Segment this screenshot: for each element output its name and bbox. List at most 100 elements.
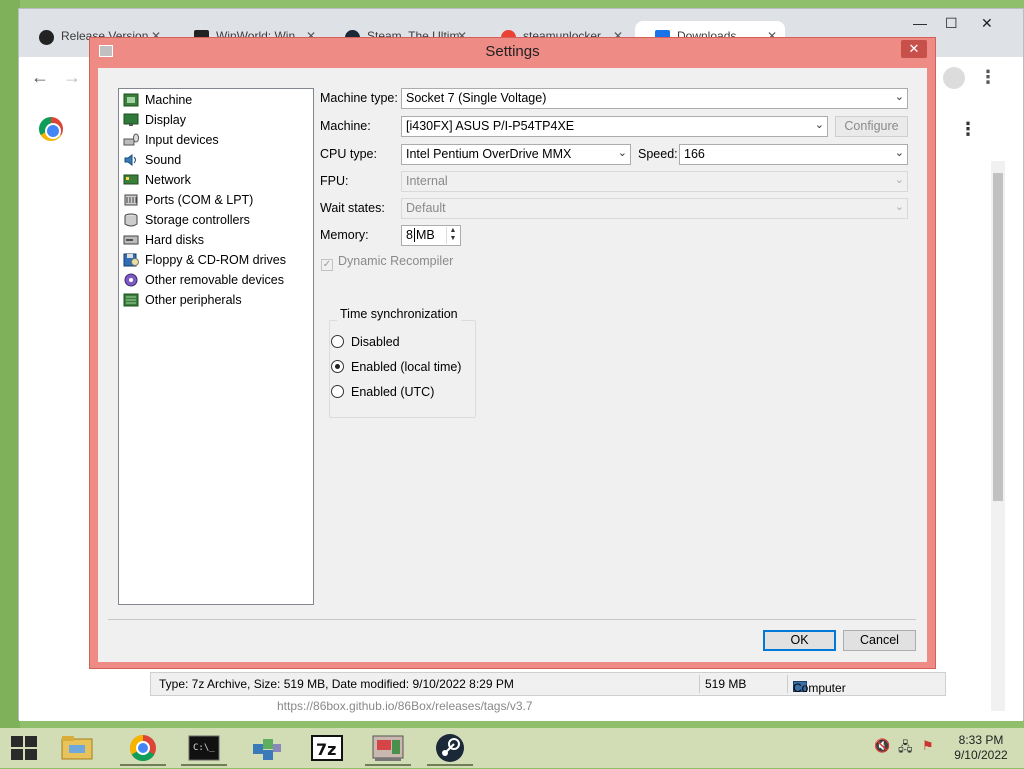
taskbar: C:\_ 7z 🔇 🖧 ⚑ 8:33 PM 9/10/2022 [0,728,1024,768]
chrome-logo-icon [39,117,63,141]
chevron-down-icon: ⌄ [894,91,904,103]
time-sync-local-radio[interactable]: Enabled (local time) [331,360,461,374]
clock-date: 9/10/2022 [954,748,1008,762]
ports-icon [124,194,138,206]
status-file-info: Type: 7z Archive, Size: 519 MB, Date mod… [159,677,514,691]
start-button[interactable] [11,736,37,760]
sound-icon [124,154,136,166]
category-storage-controllers[interactable]: Storage controllers [119,210,313,230]
machine-icon [123,93,139,107]
chevron-down-icon: ⌄ [894,201,904,213]
status-file-size: 519 MB [705,677,747,691]
display-icon [123,113,139,126]
fpu-dropdown[interactable]: Internal ⌄ [401,171,908,192]
category-other-removable-devices[interactable]: Other removable devices [119,270,313,290]
checkbox-checked-icon: ✓ [321,259,333,271]
wait-states-label: Wait states: [320,201,385,215]
dialog-title: Settings [485,43,540,60]
system-clock[interactable]: 8:33 PM 9/10/2022 [946,733,1016,763]
network-icon [123,174,139,185]
browser-menu-icon[interactable]: ⋮ [979,67,997,88]
taskbar-file-explorer[interactable] [50,730,104,766]
taskbar-command-prompt[interactable]: C:\_ [177,730,231,766]
time-sync-title: Time synchronization [337,307,461,321]
time-sync-utc-radio[interactable]: Enabled (UTC) [331,385,434,399]
taskbar-steam[interactable] [423,730,477,766]
forward-icon[interactable]: → [63,67,81,88]
time-sync-disabled-radio[interactable]: Disabled [331,335,400,349]
chevron-down-icon: ⌄ [894,147,904,159]
chrome-icon [129,734,156,762]
close-button[interactable]: ✕ [901,40,927,58]
close-window-icon[interactable]: ✕ [981,15,993,32]
taskbar-86box[interactable] [361,730,415,766]
radio-selected-icon [331,360,344,373]
category-hard-disks[interactable]: Hard disks [119,230,313,250]
downloads-menu-icon[interactable]: ⋮ [959,119,977,140]
category-floppy-cdrom[interactable]: Floppy & CD-ROM drives [119,250,313,270]
network-tray-icon[interactable]: 🖧 [898,738,913,760]
clock-time: 8:33 PM [958,733,1004,747]
cancel-button[interactable]: Cancel [843,630,916,651]
windows-logo-icon [11,736,23,747]
speed-dropdown[interactable]: 166 ⌄ [679,144,908,165]
taskbar-chrome[interactable] [116,730,170,766]
memory-label: Memory: [320,228,369,242]
dynamic-recompiler-checkbox[interactable]: ✓ Dynamic Recompiler [321,254,453,271]
action-center-icon[interactable]: ⚑ [922,738,934,754]
machine-type-label: Machine type: [320,91,398,105]
cpu-type-label: CPU type: [320,147,377,161]
hard-disks-icon [123,235,139,245]
command-prompt-icon: C:\_ [188,735,220,761]
memory-spinbox[interactable]: 8 MB ▲ ▼ [401,225,461,246]
86box-icon [372,735,404,761]
input-devices-icon [123,133,139,146]
category-ports[interactable]: Ports (COM & LPT) [119,190,313,210]
category-network[interactable]: Network [119,170,313,190]
taskbar-7zip[interactable]: 7z [300,730,354,766]
registry-editor-icon [253,739,281,760]
memory-stepper[interactable]: ▲ ▼ [446,227,459,244]
floppy-cdrom-icon [123,253,139,267]
github-icon [39,30,54,45]
machine-label: Machine: [320,119,371,133]
chevron-down-icon: ⌄ [814,119,824,131]
settings-dialog: Settings ✕ Machine Display Input devices… [89,37,936,669]
memory-unit: MB [413,228,435,242]
category-sound[interactable]: Sound [119,150,313,170]
wait-states-dropdown[interactable]: Default ⌄ [401,198,908,219]
category-input-devices[interactable]: Input devices [119,130,313,150]
maximize-icon[interactable]: ☐ [945,15,958,32]
back-icon[interactable]: ← [31,67,49,88]
machine-dropdown[interactable]: [i430FX] ASUS P/I-P54TP4XE ⌄ [401,116,828,137]
svg-text:7z: 7z [316,740,336,759]
cpu-type-dropdown[interactable]: Intel Pentium OverDrive MMX ⌄ [401,144,631,165]
svg-text:C:\_: C:\_ [193,743,215,753]
radio-icon [331,385,344,398]
category-machine[interactable]: Machine [119,90,313,110]
page-scrollbar[interactable] [991,161,1005,711]
memory-value[interactable]: 8 [406,228,413,242]
chevron-down-icon: ⌄ [617,147,627,159]
file-explorer-icon [61,736,93,760]
machine-type-dropdown[interactable]: Socket 7 (Single Voltage) ⌄ [401,88,908,109]
minimize-icon[interactable]: — [913,15,927,31]
dialog-client-area: Machine Display Input devices Sound Netw… [98,68,927,662]
category-display[interactable]: Display [119,110,313,130]
explorer-status-bar: Type: 7z Archive, Size: 519 MB, Date mod… [150,672,946,696]
configure-button[interactable]: Configure [835,116,908,137]
speed-label: Speed: [638,147,678,161]
download-source-url[interactable]: https://86box.github.io/86Box/releases/t… [277,699,533,713]
fpu-label: FPU: [320,174,349,188]
peripherals-icon [123,293,139,307]
taskbar-registry-editor[interactable] [239,730,293,766]
radio-icon [331,335,344,348]
ok-button[interactable]: OK [763,630,836,651]
profile-avatar-icon[interactable] [943,67,965,89]
storage-controllers-icon [124,213,138,227]
button-separator [108,619,916,620]
category-other-peripherals[interactable]: Other peripherals [119,290,313,310]
chevron-down-icon: ⌄ [894,174,904,186]
desktop-background [0,0,20,728]
volume-muted-icon[interactable]: 🔇 [874,738,890,754]
